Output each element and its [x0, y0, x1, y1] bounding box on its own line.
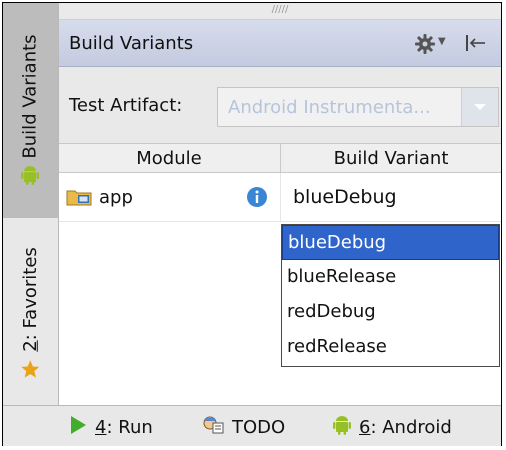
build-variant-dropdown: blueDebug blueRelease redDebug redReleas…	[281, 224, 500, 367]
bottom-tool-bar: 4: Run TODO 6: Android	[3, 405, 501, 446]
run-tool-label: 4: Run	[95, 417, 153, 438]
left-tool-stripe: Build Variants 2: Favorites	[3, 3, 59, 405]
gear-caret-icon[interactable]: ▼	[438, 36, 446, 47]
todo-icon	[200, 415, 224, 440]
test-artifact-row: Test Artifact: Android Instrumenta...	[59, 67, 501, 144]
side-tab-build-variants[interactable]: Build Variants	[3, 3, 58, 218]
info-icon[interactable]	[246, 186, 268, 212]
android-tool-button[interactable]: 6: Android	[333, 415, 452, 440]
hide-panel-icon[interactable]	[464, 34, 486, 56]
row-divider	[280, 173, 281, 221]
todo-tool-button[interactable]: TODO	[200, 415, 285, 440]
dropdown-option-blue-release[interactable]: blueRelease	[282, 260, 499, 295]
table-row[interactable]: app blueDebug	[59, 173, 501, 222]
dropdown-option-red-release[interactable]: redRelease	[282, 330, 499, 365]
side-tab-favorites-label: 2: Favorites	[20, 247, 42, 352]
dropdown-option-blue-debug[interactable]: blueDebug	[282, 225, 499, 260]
panel-title: Build Variants	[69, 33, 194, 54]
android-icon	[333, 415, 351, 440]
table-header: Module Build Variant	[59, 144, 501, 173]
build-variants-panel: ///// Build Variants ▼ Test Artifact: An…	[59, 3, 501, 405]
side-tab-build-variants-label: Build Variants	[20, 34, 42, 159]
window-frame: Build Variants 2: Favorites ///// Build …	[2, 2, 502, 446]
test-artifact-value: Android Instrumenta...	[228, 97, 431, 118]
test-artifact-select: Android Instrumenta...	[217, 87, 499, 127]
run-tool-button[interactable]: 4: Run	[69, 415, 153, 440]
panel-title-bar: Build Variants ▼	[59, 20, 501, 67]
star-icon	[21, 359, 41, 384]
build-variant-cell[interactable]: blueDebug	[293, 186, 397, 208]
test-artifact-label: Test Artifact:	[69, 95, 183, 116]
side-tab-favorites[interactable]: 2: Favorites	[3, 227, 58, 402]
android-tool-label: 6: Android	[359, 417, 452, 438]
module-name: app	[99, 187, 133, 208]
gear-icon[interactable]	[415, 34, 435, 58]
dropdown-option-red-debug[interactable]: redDebug	[282, 295, 499, 330]
chevron-down-icon	[461, 88, 498, 126]
android-icon	[21, 165, 40, 190]
column-header-module[interactable]: Module	[59, 148, 279, 169]
resize-grip[interactable]: /////	[59, 3, 501, 20]
folder-module-icon	[66, 188, 92, 210]
todo-tool-label: TODO	[232, 417, 286, 438]
column-header-build-variant[interactable]: Build Variant	[281, 148, 501, 169]
run-icon	[69, 415, 87, 440]
